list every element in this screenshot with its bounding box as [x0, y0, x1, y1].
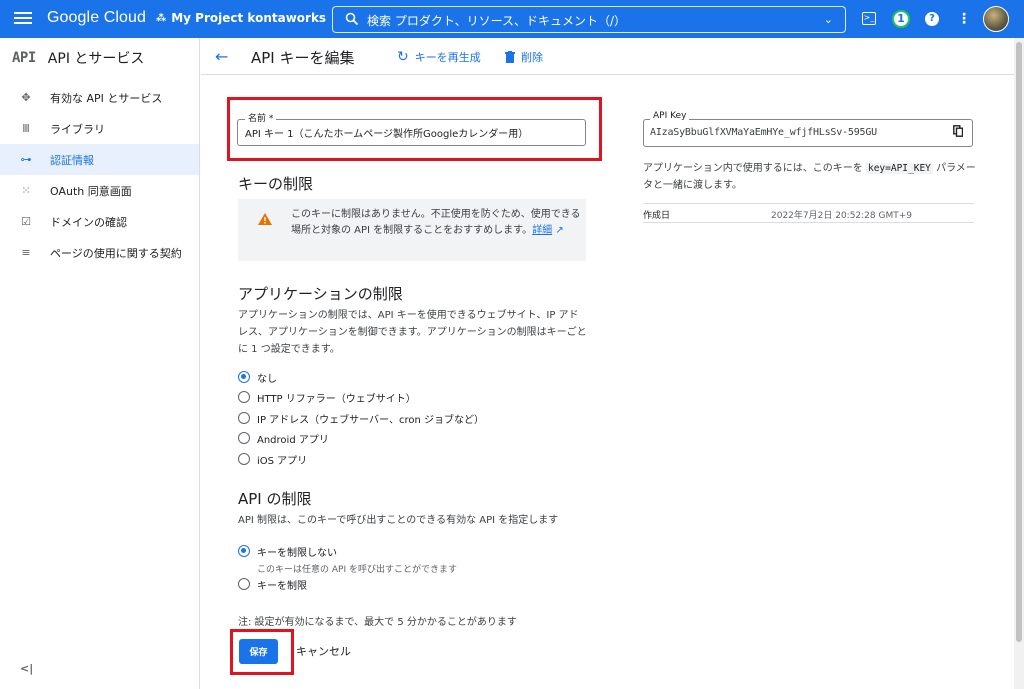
sidebar-title: API とサービス [47, 51, 145, 67]
radio-app-ip-address[interactable]: IP アドレス（ウェブサーバー、cron ジョブなど） [238, 411, 484, 426]
collapse-sidebar-icon[interactable]: <| [20, 662, 33, 675]
sidebar-item-oauth-consent[interactable]: ⁙ OAuth 同意画面 [0, 175, 199, 206]
api-key-label: API Key [650, 111, 690, 121]
library-icon: Ⅲ [22, 122, 30, 135]
save-button[interactable]: 保存 [239, 639, 278, 664]
sidebar-item-page-usage-agreements[interactable]: ≡ ページの使用に関する契約 [0, 237, 199, 268]
radio-label: IP アドレス（ウェブサーバー、cron ジョブなど） [257, 415, 484, 426]
search-icon [345, 12, 359, 26]
sidebar-item-label: ドメインの確認 [50, 215, 127, 229]
copy-icon[interactable] [953, 125, 963, 137]
radio-label: キーを制限 [257, 581, 307, 592]
page-header: ← API キーを編集 ↻ キーを再生成 削除 [201, 38, 1014, 75]
sidebar-item-label: 認証情報 [50, 153, 94, 167]
sidebar: API API とサービス ✥ 有効な API とサービス Ⅲ ライブラリ ⊶ … [0, 38, 200, 689]
project-selector[interactable]: ⁂ My Project kontaworks ▼ [156, 11, 341, 25]
help-icon[interactable]: ? [925, 12, 939, 26]
usage-code: key=API_KEY [865, 163, 933, 174]
radio-app-ios[interactable]: iOS アプリ [238, 452, 307, 467]
radio-sublabel: このキーは任意の API を呼び出すことができます [257, 565, 457, 575]
radio-label: HTTP リファラー（ウェブサイト） [257, 394, 416, 405]
radio-label-text: キーを制限しない [257, 548, 337, 559]
radio-button[interactable] [238, 371, 250, 383]
trash-icon [505, 51, 515, 63]
menu-icon[interactable] [14, 10, 32, 28]
checkbox-icon: ☑ [21, 215, 31, 228]
external-link-icon: ↗ [552, 225, 564, 236]
warning-icon [258, 213, 272, 225]
api-restrictions-heading: API の制限 [238, 490, 312, 508]
name-field-label: 名前 * [245, 111, 277, 124]
sidebar-item-library[interactable]: Ⅲ ライブラリ [0, 113, 199, 144]
api-logo-icon: API [12, 50, 36, 66]
top-app-bar: Google Cloud ⁂ My Project kontaworks ▼ 検… [0, 0, 1024, 38]
warning-text: このキーに制限はありません。不正使用を防ぐため、使用できる場所と対象の API … [291, 207, 581, 239]
project-icon: ⁂ [156, 12, 167, 24]
radio-label: Android アプリ [257, 435, 329, 446]
radio-button[interactable] [238, 545, 250, 557]
api-restrictions-description: API 制限は、このキーで呼び出すことのできる有効な API を指定します [238, 515, 559, 526]
api-key-value[interactable]: AIzaSyBbuGlfXVMaYaEmHYe_wfjfHLsSv-595GU [650, 127, 877, 138]
sidebar-item-label: ライブラリ [50, 122, 105, 136]
propagation-note: 注: 設定が有効になるまで、最大で 5 分かかることがあります [238, 617, 517, 628]
created-date-value: 2022年7月2日 20:52:28 GMT+9 [771, 211, 913, 221]
radio-label: キーを制限しないこのキーは任意の API を呼び出すことができます [257, 544, 457, 575]
radio-button[interactable] [238, 391, 250, 403]
refresh-icon: ↻ [397, 49, 409, 65]
regenerate-key-label: キーを再生成 [414, 51, 481, 64]
scrollbar[interactable] [1014, 38, 1024, 689]
app-restrictions-heading: アプリケーションの制限 [238, 285, 403, 303]
radio-label: iOS アプリ [257, 456, 308, 467]
settings-list-icon: ≡ [21, 246, 31, 259]
name-field-value[interactable]: API キー 1（こんたホームページ製作所Googleカレンダー用） [245, 125, 528, 140]
radio-app-http-referrer[interactable]: HTTP リファラー（ウェブサイト） [238, 390, 416, 405]
regenerate-key-button[interactable]: ↻ キーを再生成 [397, 49, 481, 65]
radio-label: なし [257, 374, 277, 385]
key-restrictions-heading: キーの制限 [238, 175, 314, 193]
delete-button[interactable]: 削除 [505, 49, 543, 65]
api-hub-icon: ✥ [21, 91, 31, 104]
sidebar-item-enabled-apis[interactable]: ✥ 有効な API とサービス [0, 82, 199, 113]
search-input[interactable]: 検索 プロダクト、リソース、ドキュメント（/） [367, 12, 626, 29]
cancel-button[interactable]: キャンセル [296, 643, 351, 659]
project-name: My Project kontaworks [171, 11, 327, 25]
api-key-usage-description: アプリケーション内で使用するには、このキーを key=API_KEY パラメータ… [643, 160, 978, 194]
created-date-label: 作成日 [643, 211, 671, 221]
more-vert-icon[interactable]: ⋮ [955, 10, 973, 28]
radio-api-restrict[interactable]: キーを制限 [238, 577, 307, 592]
radio-button[interactable] [238, 432, 250, 444]
sidebar-item-label: 有効な API とサービス [50, 91, 163, 105]
created-date-row: 作成日 2022年7月2日 20:52:28 GMT+9 [643, 203, 974, 223]
radio-button[interactable] [238, 578, 250, 590]
sidebar-item-label: OAuth 同意画面 [50, 184, 132, 198]
radio-api-unrestricted[interactable]: キーを制限しないこのキーは任意の API を呼び出すことができます [238, 544, 457, 575]
usage-text: アプリケーション内で使用するには、このキーを [643, 163, 866, 174]
search-bar[interactable]: 検索 プロダクト、リソース、ドキュメント（/） ⌄ [332, 6, 846, 33]
sidebar-header: API API とサービス [12, 48, 144, 68]
radio-button[interactable] [238, 412, 250, 424]
chevron-down-icon[interactable]: ⌄ [824, 13, 833, 26]
sidebar-item-domain-verification[interactable]: ☑ ドメインの確認 [0, 206, 199, 237]
radio-app-none[interactable]: なし [238, 370, 277, 385]
oauth-icon: ⁙ [21, 184, 31, 197]
learn-more-link[interactable]: 詳細 [532, 225, 552, 236]
sidebar-item-credentials[interactable]: ⊶ 認証情報 [0, 144, 199, 175]
notification-badge[interactable]: 1 [892, 10, 910, 28]
cloud-shell-icon[interactable]: >_ [862, 12, 876, 25]
avatar[interactable] [983, 6, 1009, 32]
scrollbar-thumb[interactable] [1016, 42, 1022, 642]
delete-label: 削除 [521, 51, 543, 64]
google-cloud-logo[interactable]: Google Cloud [47, 9, 146, 27]
key-icon: ⊶ [20, 153, 32, 166]
radio-app-android[interactable]: Android アプリ [238, 431, 329, 446]
sidebar-item-label: ページの使用に関する契約 [50, 246, 182, 260]
unrestricted-warning: このキーに制限はありません。不正使用を防ぐため、使用できる場所と対象の API … [238, 199, 586, 261]
app-restrictions-description: アプリケーションの制限では、API キーを使用できるウェブサイト、IP アドレス… [238, 310, 587, 355]
back-arrow-icon[interactable]: ← [215, 47, 228, 66]
edit-form: 名前 * API キー 1（こんたホームページ製作所Googleカレンダー用） … [201, 76, 1014, 689]
radio-button[interactable] [238, 453, 250, 465]
page-title: API キーを編集 [251, 49, 355, 67]
